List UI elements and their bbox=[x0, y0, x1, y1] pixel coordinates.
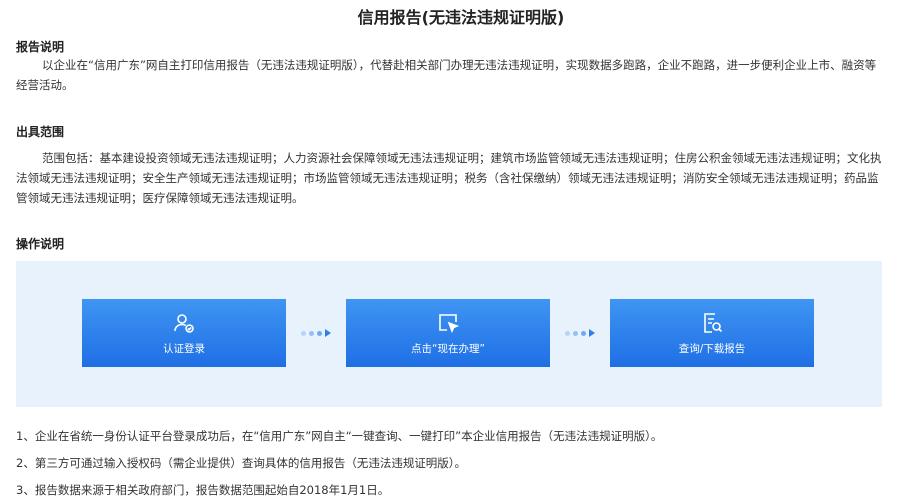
page-title: 信用报告(无违法违规证明版) bbox=[357, 8, 565, 27]
step-apply-label: 点击“现在办理” bbox=[411, 342, 485, 355]
document-search-icon bbox=[704, 312, 723, 333]
note-item: 2、第三方可通过输入授权码（需企业提供）查询具体的信用报告（无违法违规证明版）。 bbox=[16, 456, 467, 470]
step-connector-2 bbox=[565, 329, 595, 337]
report-desc-text: 以企业在“信用广东”网自主打印信用报告（无违法违规证明版），代替赴相关部门办理无… bbox=[16, 58, 877, 92]
step-download[interactable]: 查询/下载报告 bbox=[610, 299, 814, 367]
scope-text: 范围包括：基本建设投资领域无违法违规证明；人力资源社会保障领域无违法违规证明；建… bbox=[16, 151, 882, 205]
step-login[interactable]: 认证登录 bbox=[82, 299, 286, 367]
report-desc-heading: 报告说明 bbox=[16, 40, 65, 54]
user-check-icon bbox=[174, 313, 194, 333]
cursor-click-icon bbox=[439, 313, 460, 333]
note-item: 1、企业在省统一身份认证平台登录成功后，在“信用广东”网自主“一键查询、一键打印… bbox=[16, 429, 663, 443]
steps-panel: 认证登录 点击“现在办理” 查询/下载报告 bbox=[16, 261, 882, 407]
step-connector-1 bbox=[301, 329, 331, 337]
step-apply[interactable]: 点击“现在办理” bbox=[346, 299, 550, 367]
scope-heading: 出具范围 bbox=[16, 125, 65, 139]
step-download-label: 查询/下载报告 bbox=[678, 342, 746, 355]
note-item: 3、报告数据来源于相关政府部门，报告数据范围起始自2018年1月1日。 bbox=[16, 483, 390, 497]
operation-heading: 操作说明 bbox=[16, 237, 65, 251]
step-login-label: 认证登录 bbox=[163, 342, 205, 355]
